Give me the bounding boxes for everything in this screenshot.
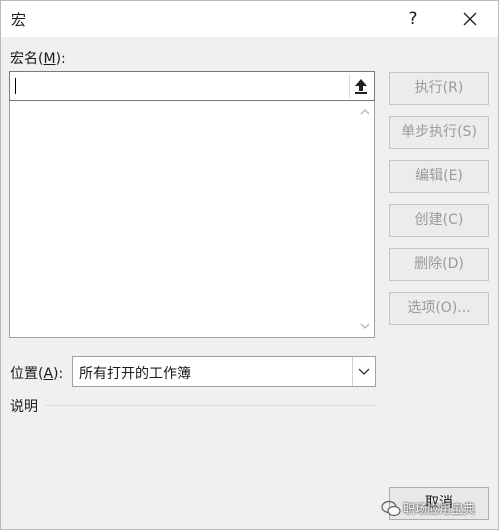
macro-name-input[interactable] <box>12 74 348 98</box>
location-label-prefix: 位置( <box>10 366 44 382</box>
help-button[interactable]: ? <box>399 5 427 33</box>
chevron-down-icon <box>358 368 370 375</box>
wechat-logo-icon <box>381 500 401 517</box>
macro-name-mnemonic: M <box>43 51 56 67</box>
macro-name-label-prefix: 宏名( <box>10 51 44 67</box>
location-dropdown[interactable]: 所有打开的工作簿 <box>72 356 376 387</box>
collapse-dialog-button[interactable] <box>349 74 372 98</box>
dropdown-button[interactable] <box>352 357 375 386</box>
close-button[interactable] <box>456 5 484 33</box>
macro-name-field[interactable] <box>9 71 375 101</box>
create-button[interactable]: 创建(C) <box>389 204 489 237</box>
close-icon <box>463 12 477 26</box>
scroll-down-button[interactable] <box>356 317 374 335</box>
upload-arrow-icon <box>355 79 367 94</box>
step-into-button[interactable]: 单步执行(S) <box>389 116 489 149</box>
location-label: 位置(A): <box>10 363 63 383</box>
title-bar: 宏 ? <box>1 1 498 37</box>
chevron-down-icon <box>360 323 370 329</box>
vertical-scrollbar[interactable] <box>356 101 374 337</box>
description-divider <box>45 405 376 406</box>
macro-name-label: 宏名(M): <box>10 48 66 68</box>
delete-button[interactable]: 删除(D) <box>389 248 489 281</box>
watermark-text: 职场应用宝典 <box>403 502 476 516</box>
chevron-up-icon <box>360 109 370 115</box>
watermark: 职场应用宝典 <box>379 498 499 520</box>
run-button[interactable]: 执行(R) <box>389 72 489 105</box>
edit-button[interactable]: 编辑(E) <box>389 160 489 193</box>
scroll-up-button[interactable] <box>356 103 374 121</box>
dialog-title: 宏 <box>11 11 27 29</box>
macro-name-label-suffix: ): <box>55 51 66 67</box>
options-button[interactable]: 选项(O)... <box>389 292 489 325</box>
location-label-suffix: ): <box>53 366 64 382</box>
text-caret <box>15 78 16 94</box>
macro-dialog: 宏 ? 宏名(M): 执行(R) 单步执行(S) 编辑(E) 创建(C) 删除(… <box>0 0 499 530</box>
location-mnemonic: A <box>43 366 54 382</box>
description-label: 说明 <box>10 399 38 415</box>
location-selected-value: 所有打开的工作簿 <box>79 366 191 382</box>
macro-list[interactable] <box>9 101 375 338</box>
